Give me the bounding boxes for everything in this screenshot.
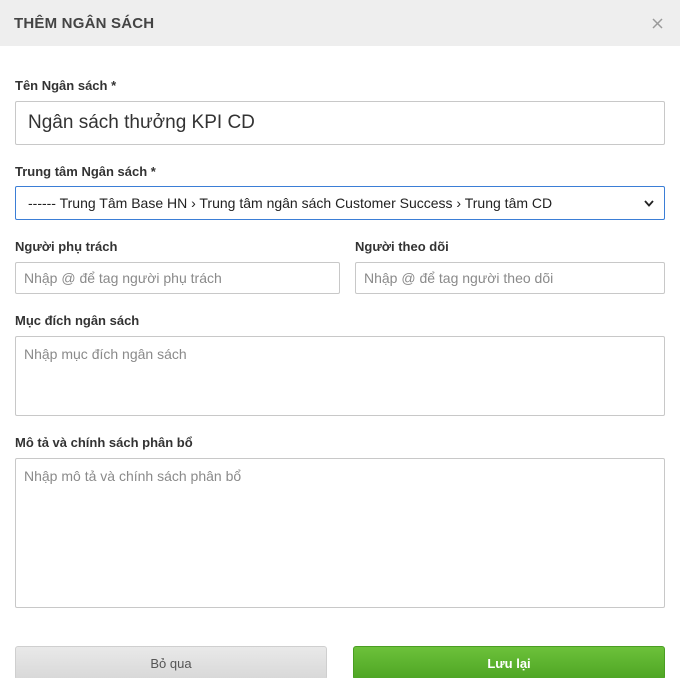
budget-center-select[interactable]: ------ Trung Tâm Base HN › Trung tâm ngâ…: [15, 186, 665, 220]
description-label: Mô tả và chính sách phân bổ: [15, 435, 193, 450]
budget-name-input[interactable]: [15, 101, 665, 145]
cancel-button[interactable]: Bỏ qua: [15, 646, 327, 678]
modal-title: THÊM NGÂN SÁCH: [14, 14, 155, 32]
close-button[interactable]: [648, 14, 666, 32]
budget-name-label: Tên Ngân sách *: [15, 78, 117, 93]
purpose-textarea[interactable]: [15, 336, 665, 416]
owner-label: Người phụ trách: [15, 239, 118, 254]
owner-input[interactable]: [15, 262, 340, 294]
budget-center-label: Trung tâm Ngân sách *: [15, 164, 156, 179]
modal-header: THÊM NGÂN SÁCH: [0, 0, 680, 46]
follower-label: Người theo dõi: [355, 239, 449, 254]
chevron-down-icon: [642, 196, 656, 210]
add-budget-modal: THÊM NGÂN SÁCH Tên Ngân sách * Trung tâm…: [0, 0, 680, 678]
budget-center-selected: ------ Trung Tâm Base HN › Trung tâm ngâ…: [28, 195, 553, 211]
save-button[interactable]: Lưu lại: [353, 646, 665, 678]
purpose-label: Mục đích ngân sách: [15, 313, 140, 328]
follower-input[interactable]: [355, 262, 665, 294]
close-icon: [651, 17, 663, 29]
description-textarea[interactable]: [15, 458, 665, 608]
